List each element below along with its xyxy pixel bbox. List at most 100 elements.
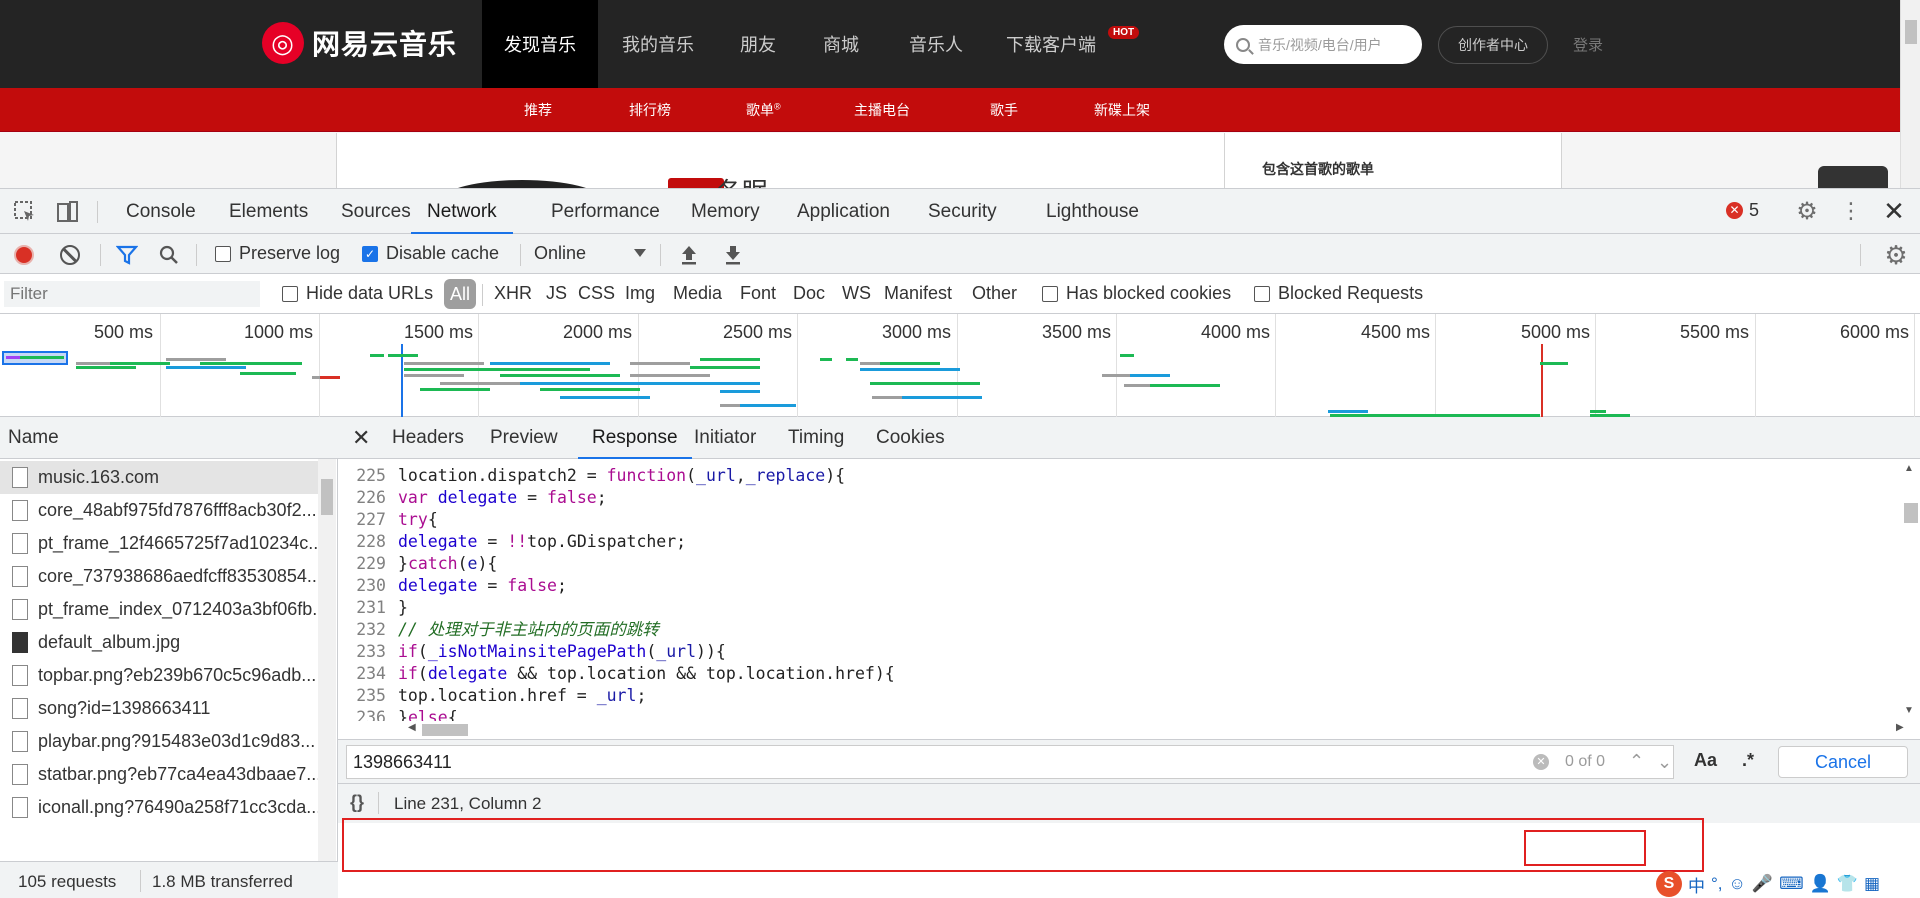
scrollbar-thumb[interactable] [422, 724, 468, 736]
creator-center-button[interactable]: 创作者中心 [1438, 26, 1548, 64]
network-overview-timeline[interactable]: 500 ms 1000 ms 1500 ms 2000 ms 2500 ms 3… [0, 314, 1920, 417]
request-row[interactable]: default_album.jpg [0, 626, 318, 659]
topnav-discover[interactable]: 发现音乐 [482, 0, 598, 88]
user-icon[interactable]: 👤 [1810, 874, 1831, 894]
code-line[interactable]: 226 var delegate = false; [338, 487, 1900, 509]
code-line[interactable]: 231} [338, 597, 1900, 619]
request-row[interactable]: statbar.png?eb77ca4ea43dbaae7... [0, 758, 318, 791]
filter-type-manifest[interactable]: Manifest [884, 283, 952, 304]
microphone-icon[interactable]: 🎤 [1752, 874, 1773, 894]
topnav-my-music[interactable]: 我的音乐 [612, 0, 704, 88]
regex-button[interactable]: .* [1742, 750, 1754, 771]
search-prev-chevron-up-icon[interactable]: ⌃ [1629, 746, 1644, 776]
cancel-search-button[interactable]: Cancel [1778, 746, 1908, 778]
checkbox-box[interactable] [1042, 285, 1058, 302]
close-icon[interactable]: ✕ [352, 425, 370, 451]
more-options-icon[interactable]: ⋮ [1838, 198, 1864, 224]
filter-type-img[interactable]: Img [625, 283, 655, 304]
chevron-left-icon[interactable]: ◀ [408, 722, 416, 733]
tab-headers[interactable]: Headers [392, 417, 464, 459]
tab-initiator[interactable]: Initiator [694, 417, 756, 459]
checkbox-box-checked[interactable]: ✓ [362, 245, 378, 262]
subnav-radio[interactable]: 主播电台 [854, 100, 910, 120]
checkbox-box[interactable] [282, 285, 298, 302]
error-count-badge[interactable]: ✕ 5 [1726, 200, 1759, 221]
code-line[interactable]: 235 top.location.href = _url; [338, 685, 1900, 707]
tab-preview[interactable]: Preview [490, 417, 558, 459]
name-column-header[interactable]: Name [0, 417, 338, 459]
code-horizontal-scrollbar[interactable]: ◀ ▶ [408, 721, 1908, 737]
subnav-playlists[interactable]: 歌单® [746, 100, 781, 120]
code-line[interactable]: 234 if(delegate && top.location && top.lo… [338, 663, 1900, 685]
request-list-scrollbar[interactable] [318, 459, 336, 861]
filter-type-ws[interactable]: WS [842, 283, 871, 304]
filter-type-js[interactable]: JS [546, 283, 567, 304]
response-code-viewer[interactable]: 225 location.dispatch2 = function(_url,_r… [338, 459, 1900, 721]
filter-type-xhr[interactable]: XHR [494, 283, 532, 304]
sogou-ime-logo-icon[interactable]: S [1656, 871, 1682, 897]
login-link[interactable]: 登录 [1573, 34, 1603, 55]
site-scrollbar[interactable] [1900, 0, 1920, 188]
skin-shirt-icon[interactable]: 👕 [1837, 874, 1858, 894]
ime-language[interactable]: 中 [1688, 872, 1705, 897]
tab-elements[interactable]: Elements [229, 189, 308, 234]
code-line[interactable]: 230 delegate = false; [338, 575, 1900, 597]
search-next-chevron-down-icon[interactable]: ⌄ [1657, 746, 1672, 778]
chevron-down-icon[interactable]: ▼ [1904, 705, 1914, 716]
chevron-right-icon[interactable]: ▶ [1896, 722, 1904, 733]
subnav-recommend[interactable]: 推荐 [524, 100, 552, 120]
filter-type-doc[interactable]: Doc [793, 283, 825, 304]
grid-menu-icon[interactable]: ▦ [1864, 874, 1880, 894]
site-logo[interactable]: ◎ 网易云音乐 [262, 22, 457, 64]
inspect-element-icon[interactable] [12, 199, 38, 225]
request-row[interactable]: iconall.png?76490a258f71cc3cda... [0, 791, 318, 824]
disable-cache-checkbox[interactable]: ✓ Disable cache [362, 243, 499, 264]
code-vertical-scrollbar[interactable]: ▲ ▼ [1900, 459, 1920, 721]
topnav-musician[interactable]: 音乐人 [896, 0, 976, 88]
import-har-icon[interactable] [676, 242, 702, 268]
tab-timing[interactable]: Timing [788, 417, 844, 459]
request-row[interactable]: music.163.com [0, 461, 318, 494]
tab-security[interactable]: Security [928, 189, 997, 234]
scrollbar-thumb[interactable] [1904, 503, 1918, 523]
tab-network[interactable]: Network [411, 189, 513, 234]
device-toolbar-icon[interactable] [54, 199, 80, 225]
preserve-log-checkbox[interactable]: Preserve log [215, 243, 340, 264]
hide-data-urls-checkbox[interactable]: Hide data URLs [282, 283, 433, 304]
ime-punctuation[interactable]: °, [1711, 874, 1723, 894]
blocked-requests-checkbox[interactable]: Blocked Requests [1254, 283, 1423, 304]
tab-cookies[interactable]: Cookies [876, 417, 945, 459]
topnav-friends[interactable]: 朋友 [722, 0, 794, 88]
filter-type-font[interactable]: Font [740, 283, 776, 304]
tab-console[interactable]: Console [126, 189, 196, 234]
tab-sources[interactable]: Sources [341, 189, 411, 234]
subnav-charts[interactable]: 排行榜 [629, 100, 671, 120]
tab-lighthouse[interactable]: Lighthouse [1046, 189, 1139, 234]
code-line[interactable]: 228 delegate = !!top.GDispatcher; [338, 531, 1900, 553]
match-case-button[interactable]: Aa [1694, 750, 1717, 771]
network-settings-gear-icon[interactable]: ⚙ [1882, 240, 1910, 270]
subnav-artists[interactable]: 歌手 [990, 100, 1018, 120]
settings-gear-icon[interactable]: ⚙ [1794, 198, 1820, 225]
tab-memory[interactable]: Memory [691, 189, 760, 234]
tab-performance[interactable]: Performance [551, 189, 660, 234]
request-row[interactable]: core_737938686aedfcff83530854... [0, 560, 318, 593]
request-row[interactable]: core_48abf975fd7876fff8acb30f2... [0, 494, 318, 527]
throttling-select[interactable]: Online [534, 243, 646, 267]
filter-input[interactable] [4, 281, 260, 307]
scrollbar-thumb[interactable] [321, 479, 333, 515]
keyboard-icon[interactable]: ⌨ [1779, 874, 1804, 894]
topnav-download[interactable]: 下载客户端 [996, 0, 1106, 88]
code-line[interactable]: 227 try{ [338, 509, 1900, 531]
site-search-input[interactable]: 音乐/视频/电台/用户 [1224, 25, 1422, 64]
code-line[interactable]: 225 location.dispatch2 = function(_url,_r… [338, 465, 1900, 487]
code-line[interactable]: 232 // 处理对于非主站内的页面的跳转 [338, 619, 1900, 641]
request-row[interactable]: playbar.png?915483e03d1c9d83... [0, 725, 318, 758]
clear-search-icon[interactable]: ✕ [1533, 754, 1549, 770]
request-row[interactable]: topbar.png?eb239b670c5c96adb... [0, 659, 318, 692]
tab-application[interactable]: Application [797, 189, 890, 234]
filter-type-other[interactable]: Other [972, 283, 1017, 304]
filter-type-all[interactable]: All [444, 279, 476, 309]
checkbox-box[interactable] [215, 245, 231, 262]
request-row[interactable]: pt_frame_index_0712403a3bf06fb... [0, 593, 318, 626]
